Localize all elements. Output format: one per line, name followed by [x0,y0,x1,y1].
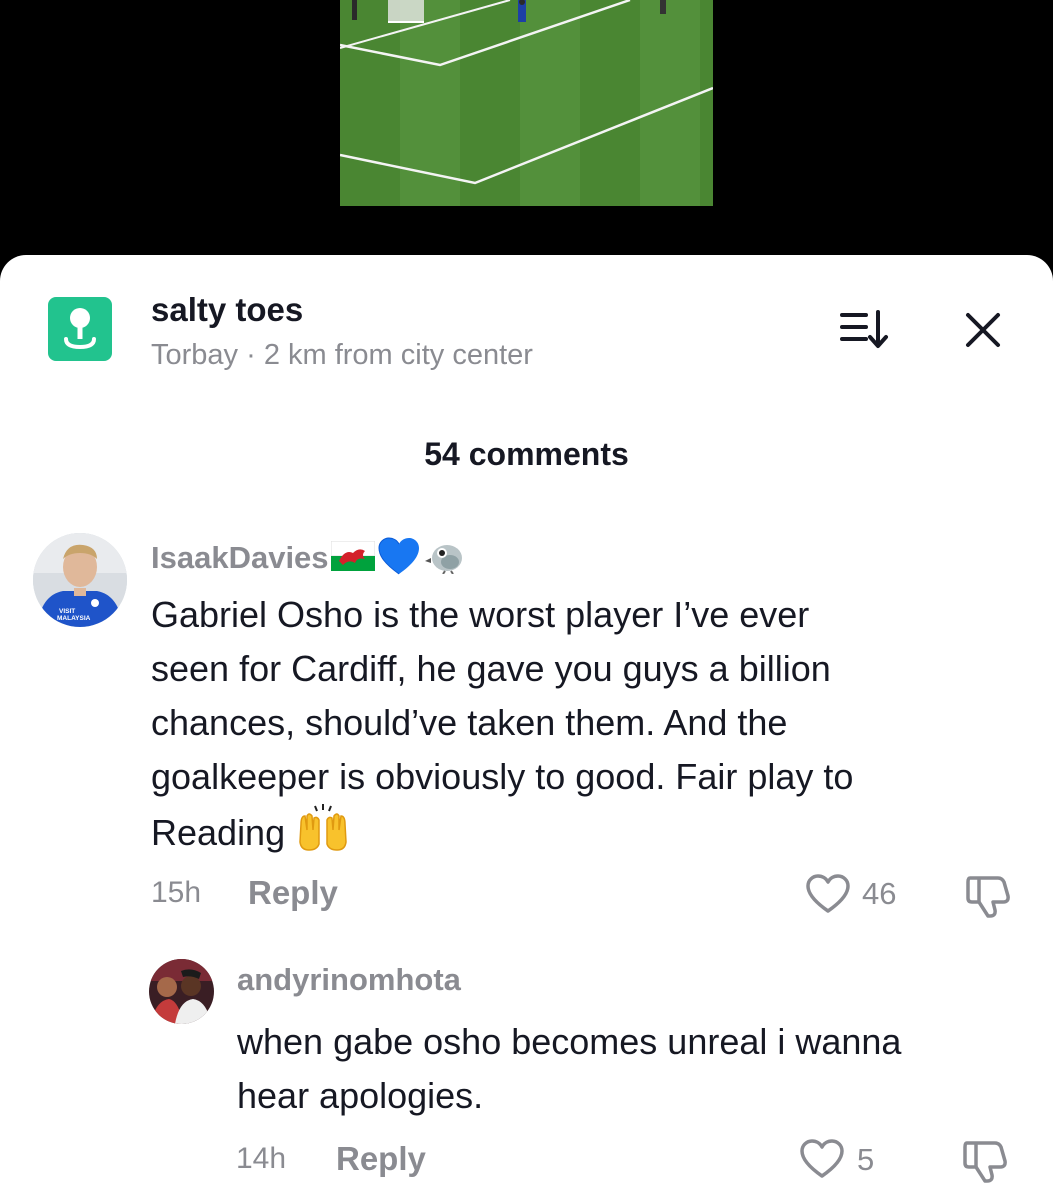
username-text: IsaakDavies [151,540,329,576]
location-name[interactable]: salty toes [151,291,303,329]
comment-line: Reading [151,804,1031,867]
video-area[interactable] [0,0,1053,270]
avatar[interactable] [149,959,214,1024]
reply-button[interactable]: Reply [336,1140,426,1178]
comment-line: hear apologies. [237,1075,484,1116]
football-pitch-image [340,0,713,206]
comment-time: 14h [236,1142,287,1175]
comment-line: Gabriel Osho is the worst player I’ve ev… [151,594,810,635]
avatar-shirt-text: VISIT [59,608,75,615]
reply-button[interactable]: Reply [248,874,338,912]
comment-line: seen for Cardiff, he gave you guys a bil… [151,648,831,689]
dislike-icon[interactable] [962,872,1012,923]
avatar-shirt-text: MALAYSIA [57,615,91,622]
like-count: 5 [857,1142,875,1177]
comment-username[interactable]: IsaakDavies [151,536,465,584]
comments-count: 54 comments [424,436,629,472]
dislike-icon[interactable] [959,1137,1009,1188]
comment-text: when gabe osho becomes unreal i wanna he… [237,1015,1037,1123]
wales-flag-icon [330,540,376,579]
blue-heart-icon [377,536,421,584]
comment-line: chances, should’ve taken them. And the [151,702,788,743]
location-pin-icon[interactable] [48,297,112,361]
avatar[interactable]: VISIT MALAYSIA [33,533,127,627]
raising-hands-icon [295,804,351,867]
comment-time: 15h [151,876,202,909]
like-count: 46 [862,876,897,911]
video-frame[interactable] [340,0,713,206]
close-icon[interactable] [960,307,1006,353]
comment-username[interactable]: andyrinomhota [237,962,461,998]
sort-icon[interactable] [838,309,892,351]
heart-icon[interactable] [805,873,851,920]
bird-icon [424,538,465,582]
comment-line: when gabe osho becomes unreal i wanna [237,1021,902,1062]
comments-sheet: salty toes Torbay · 2 km from city cente… [0,255,1053,1199]
heart-icon[interactable] [799,1138,845,1185]
comment-line-text: Reading [151,812,286,854]
location-subtitle: Torbay · 2 km from city center [151,339,533,371]
comment-line: goalkeeper is obviously to good. Fair pl… [151,756,854,797]
comment-text: Gabriel Osho is the worst player I’ve ev… [151,588,1031,867]
